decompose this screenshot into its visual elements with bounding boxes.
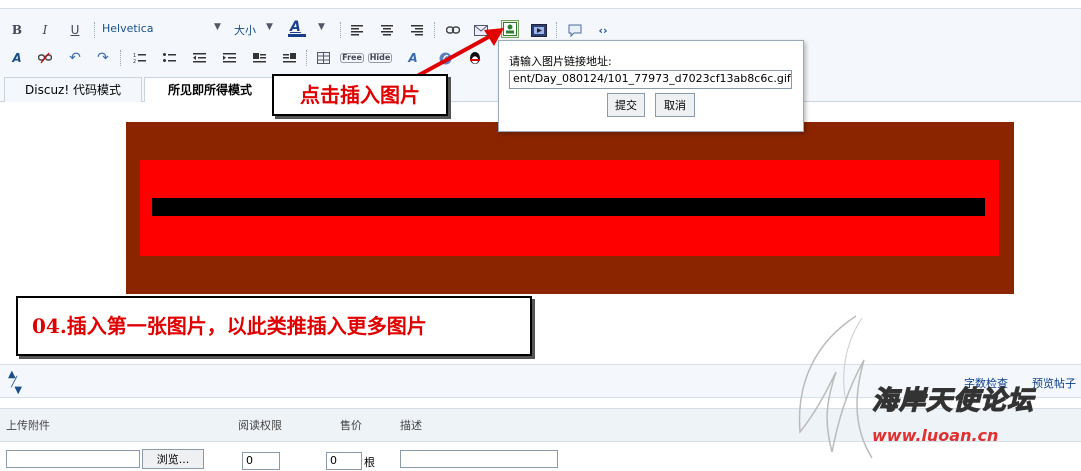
code-icon: ‹› — [598, 23, 608, 37]
submit-button[interactable]: 提交 — [607, 93, 645, 117]
italic-button[interactable]: I — [36, 21, 54, 39]
toolbar-separator — [556, 22, 558, 38]
site-watermark: 海岸天使论坛 www.luoan.cn — [776, 312, 1076, 464]
unlink-button[interactable] — [36, 49, 54, 67]
inserted-image — [126, 122, 1014, 294]
indent-button[interactable] — [220, 49, 238, 67]
align-left-icon — [351, 25, 363, 36]
permission-input[interactable]: 0 — [242, 452, 280, 470]
remove-format-button[interactable]: A — [8, 49, 26, 67]
insert-quote-button[interactable] — [566, 21, 584, 39]
watermark-title: 海岸天使论坛 — [871, 385, 1035, 416]
align-center-icon — [381, 25, 393, 36]
quote-icon — [568, 24, 582, 37]
upload-header: 上传附件 — [6, 419, 50, 432]
float-left-button[interactable] — [250, 49, 268, 67]
svg-text:2: 2 — [133, 59, 136, 64]
ordered-list-icon: 12 — [133, 53, 146, 64]
float-right-button[interactable] — [280, 49, 298, 67]
free-icon: Free — [340, 53, 364, 63]
float-right-icon — [282, 53, 296, 63]
font-color-select[interactable]: A ▼ — [288, 19, 332, 39]
font-name-select[interactable]: Helvetica ▼ — [102, 22, 226, 38]
toolbar-separator — [340, 22, 342, 38]
bold-button[interactable]: B — [8, 21, 26, 39]
insert-media-button[interactable] — [530, 21, 548, 39]
callout-insert-first-image: 04.插入第一张图片，以此类推插入更多图片 — [16, 296, 532, 356]
price-unit: 根 — [364, 456, 375, 469]
insert-free-button[interactable]: Free — [340, 49, 364, 67]
table-icon — [316, 52, 330, 64]
tab-code-mode[interactable]: Discuz! 代码模式 — [4, 77, 142, 102]
font-size-select[interactable]: 大小 ▼ — [234, 22, 280, 38]
hide-icon: Hide — [367, 53, 393, 63]
chevron-down-icon: ▼ — [318, 22, 325, 32]
toolbar-separator — [120, 50, 122, 66]
unordered-list-button[interactable] — [160, 49, 178, 67]
undo-button[interactable]: ↶ — [66, 49, 84, 67]
resize-editor-button[interactable]: ▲ ╱ ▼ — [8, 370, 28, 396]
permission-header: 阅读权限 — [238, 419, 282, 432]
underline-button[interactable]: U — [66, 21, 84, 39]
resize-arrows-icon: ▲ ╱ ▼ — [8, 369, 23, 396]
toolbar-separator — [94, 22, 96, 38]
insert-hide-button[interactable]: Hide — [367, 49, 393, 67]
watermark-url: www.luoan.cn — [872, 426, 999, 445]
image-url-label: 请输入图片链接地址: — [509, 55, 612, 68]
chevron-down-icon: ▼ — [214, 22, 221, 32]
font-size-value: 大小 — [234, 24, 256, 37]
indent-icon — [222, 53, 236, 63]
image-black-bar — [152, 198, 985, 216]
ordered-list-button[interactable]: 12 — [130, 49, 148, 67]
price-header: 售价 — [340, 419, 362, 432]
redo-button[interactable]: ↷ — [94, 49, 112, 67]
outdent-button[interactable] — [190, 49, 208, 67]
description-header: 描述 — [400, 419, 422, 432]
description-input[interactable] — [400, 450, 558, 468]
tab-wysiwyg-mode[interactable]: 所见即所得模式 — [144, 77, 276, 103]
media-icon — [531, 23, 547, 37]
align-center-button[interactable] — [378, 21, 396, 39]
chevron-down-icon: ▼ — [266, 22, 273, 32]
price-input[interactable]: 0 — [326, 452, 362, 470]
font-name-value: Helvetica — [102, 22, 154, 35]
insert-table-button[interactable] — [314, 49, 332, 67]
callout-click-insert: 点击插入图片 — [272, 74, 448, 116]
align-left-button[interactable] — [348, 21, 366, 39]
unordered-list-icon — [162, 53, 176, 62]
browse-button[interactable]: 浏览... — [142, 449, 204, 469]
color-swatch — [288, 34, 306, 37]
redo-icon: ↷ — [97, 50, 109, 66]
cancel-button[interactable]: 取消 — [655, 93, 695, 117]
undo-icon: ↶ — [69, 50, 81, 66]
toolbar-separator — [306, 50, 308, 66]
float-left-icon — [252, 53, 266, 63]
insert-code-button[interactable]: ‹› — [594, 21, 612, 39]
image-red-band — [140, 160, 999, 256]
upload-file-input[interactable] — [6, 450, 140, 468]
insert-image-dialog: 请输入图片链接地址: ent/Day_080124/101_77973_d702… — [498, 40, 804, 132]
image-url-input[interactable]: ent/Day_080124/101_77973_d7023cf13ab8c6c… — [509, 70, 792, 89]
font-color-icon: A — [290, 19, 301, 35]
unlink-icon — [38, 52, 52, 64]
clear-format-icon: A — [12, 51, 22, 65]
outdent-icon — [192, 53, 206, 63]
